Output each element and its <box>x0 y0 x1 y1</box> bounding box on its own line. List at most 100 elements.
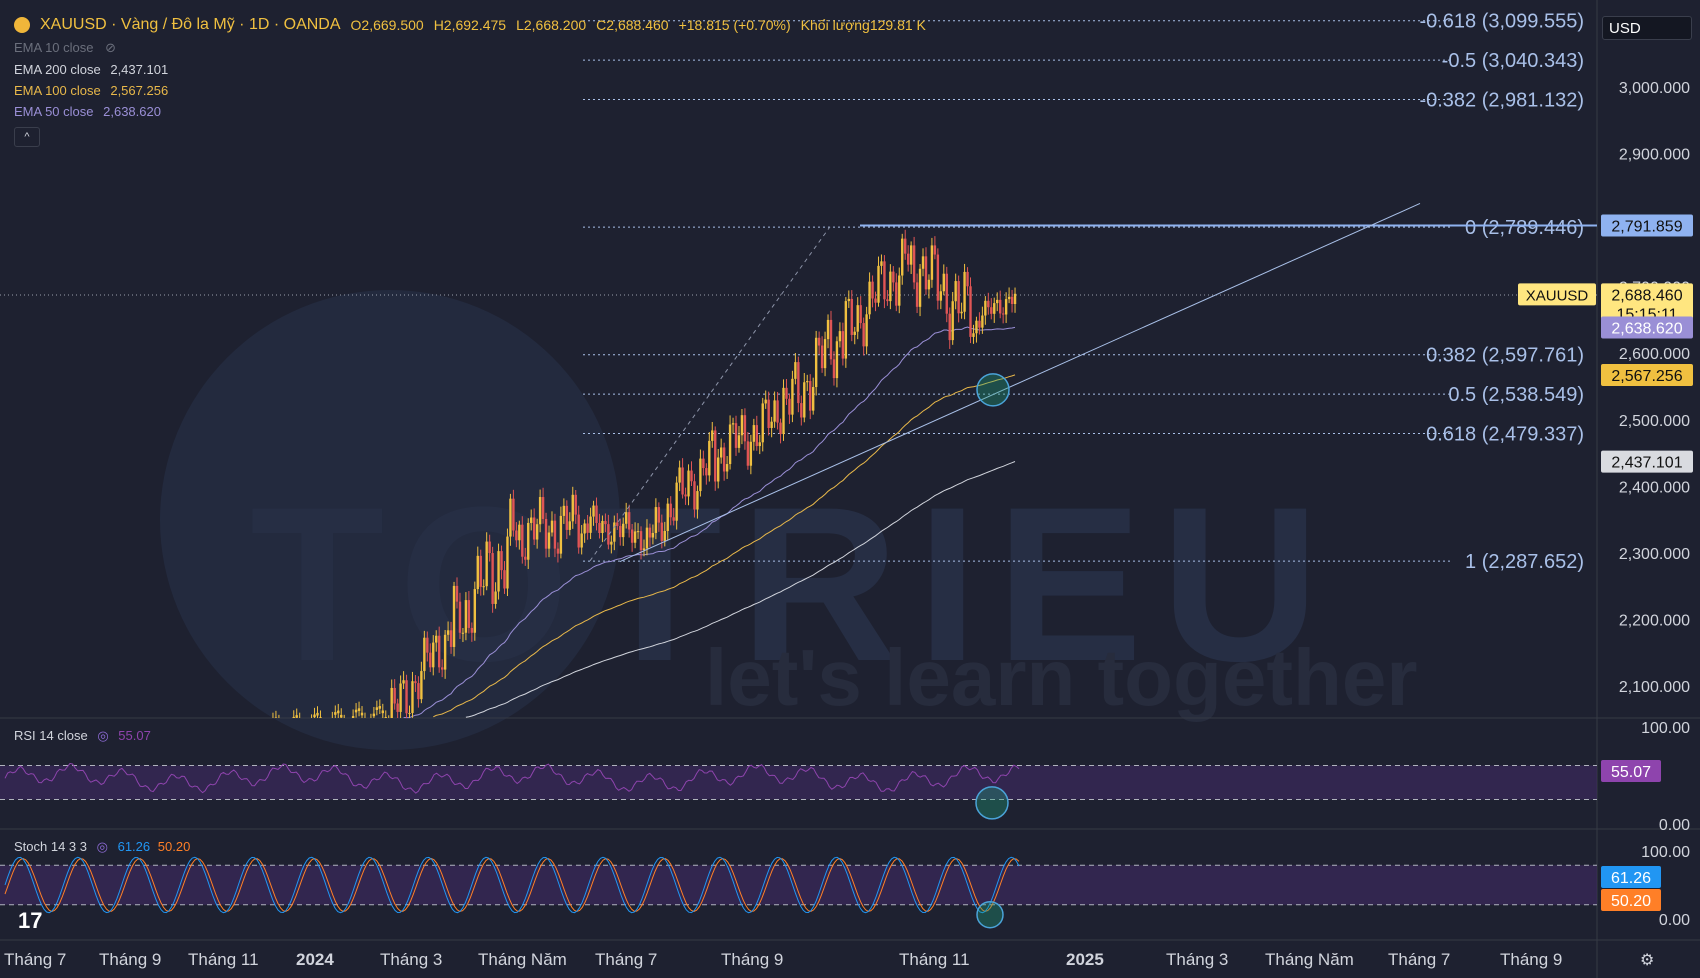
candle-body <box>942 273 945 292</box>
candle-body <box>975 320 978 334</box>
indicator-ema200[interactable]: EMA 200 close 2,437.101 <box>14 62 926 77</box>
candle-body <box>1013 293 1017 304</box>
candle-body <box>295 715 298 718</box>
candle-body <box>909 245 913 265</box>
candle-body <box>906 253 910 265</box>
candle-body <box>693 481 696 510</box>
candle-body <box>622 523 625 538</box>
candle-body <box>598 522 601 534</box>
candle-body <box>340 714 343 718</box>
price-tick-label: 2,900.000 <box>1619 147 1690 164</box>
candle-body <box>880 261 883 266</box>
candle-body <box>853 331 856 335</box>
candle-body <box>473 589 477 633</box>
candle-body <box>393 687 396 704</box>
rsi-label: RSI 14 close <box>14 728 88 743</box>
candle-body <box>960 311 963 314</box>
candle-body <box>871 281 874 299</box>
candle-body <box>862 323 865 347</box>
candle-body <box>820 345 824 369</box>
candle-body <box>455 585 459 602</box>
highlight-circle <box>976 900 1004 929</box>
fib-label: 0.5 (2,538.549) <box>1448 384 1584 406</box>
settings-gear-icon[interactable]: ⚙ <box>1640 950 1654 970</box>
candle-body <box>423 637 426 672</box>
indicator-label: EMA 50 close <box>14 104 94 119</box>
candle-body <box>619 525 622 538</box>
candle-body <box>586 523 589 533</box>
settings-icon[interactable]: ◎ <box>97 839 108 854</box>
candle-body <box>411 681 414 714</box>
collapse-legend-button[interactable]: ^ <box>14 127 40 147</box>
candle-body <box>675 482 678 521</box>
candle-body <box>681 467 684 495</box>
candle-body <box>690 470 693 482</box>
candle-body <box>592 505 595 517</box>
close-value: C2,688.460 <box>596 17 669 33</box>
indicator-ema10[interactable]: EMA 10 close ⊘ <box>14 40 926 56</box>
candle-body <box>384 717 387 718</box>
currency-select[interactable]: USD <box>1602 16 1692 40</box>
indicator-label: EMA 200 close <box>14 62 101 77</box>
candle-body <box>509 498 512 537</box>
candle-body <box>969 286 972 337</box>
candle-body <box>512 498 515 531</box>
candle-body <box>491 553 494 604</box>
candle-body <box>921 256 925 269</box>
symbol-title[interactable]: XAUUSD · Vàng / Đô la Mỹ · 1D · OANDA <box>40 16 341 34</box>
candle-body <box>749 441 753 466</box>
candle-body <box>847 298 851 302</box>
candle-body <box>711 430 714 441</box>
candle-body <box>360 712 364 716</box>
fib-label: -0.5 (3,040.343) <box>1442 50 1584 72</box>
candle-body <box>616 522 619 526</box>
indicator-label: EMA 10 close <box>14 40 94 55</box>
price-tick-label: 2,500.000 <box>1619 413 1690 430</box>
candle-body <box>485 541 488 587</box>
candle-body <box>624 512 628 524</box>
candle-body <box>580 533 583 548</box>
candle-body <box>583 523 586 534</box>
candle-body <box>743 415 747 442</box>
candle-body <box>838 331 842 342</box>
settings-icon[interactable]: ◎ <box>97 728 108 743</box>
candle-body <box>951 301 954 341</box>
gold-icon <box>14 17 30 33</box>
indicator-ema50[interactable]: EMA 50 close 2,638.620 <box>14 104 926 119</box>
candle-body <box>357 708 361 711</box>
indicator-ema100[interactable]: EMA 100 close 2,567.256 <box>14 83 926 98</box>
candle-body <box>791 378 794 415</box>
candle-body <box>687 470 690 497</box>
indicator-label: EMA 100 close <box>14 83 101 98</box>
candle-body <box>627 512 631 530</box>
rsi-value-tag-text: 55.07 <box>1611 764 1651 781</box>
candle-body <box>521 524 524 557</box>
candle-body <box>669 503 672 518</box>
candle-body <box>998 299 1002 314</box>
candle-body <box>464 600 468 633</box>
candle-body <box>648 527 652 538</box>
high-value: H2,692.475 <box>433 17 507 33</box>
price-tag-text: 2,688.460 <box>1611 287 1682 304</box>
rsi-value: 55.07 <box>118 728 151 743</box>
candle-body <box>770 421 773 428</box>
candle-body <box>788 398 791 415</box>
tradingview-logo[interactable]: 17 <box>18 908 42 934</box>
candle-body <box>758 442 761 447</box>
eye-hidden-icon[interactable]: ⊘ <box>105 40 116 55</box>
candle-body <box>841 331 845 359</box>
candle-body <box>571 494 574 522</box>
price-tick-label: 2,200.000 <box>1619 612 1690 629</box>
candle-body <box>452 585 456 647</box>
fib-label: 0.618 (2,479.337) <box>1426 424 1584 446</box>
highlight-circle <box>976 373 1010 407</box>
time-tick-label: Tháng 3 <box>380 950 442 969</box>
candle-body <box>705 468 708 476</box>
candle-body <box>375 707 379 710</box>
candle-body <box>814 337 818 388</box>
stoch-label: Stoch 14 3 3 <box>14 839 87 854</box>
candle-body <box>1001 313 1005 315</box>
candle-body <box>717 457 720 482</box>
candle-body <box>630 529 634 543</box>
volume-label: Khối lượng129.81 K <box>800 17 926 33</box>
